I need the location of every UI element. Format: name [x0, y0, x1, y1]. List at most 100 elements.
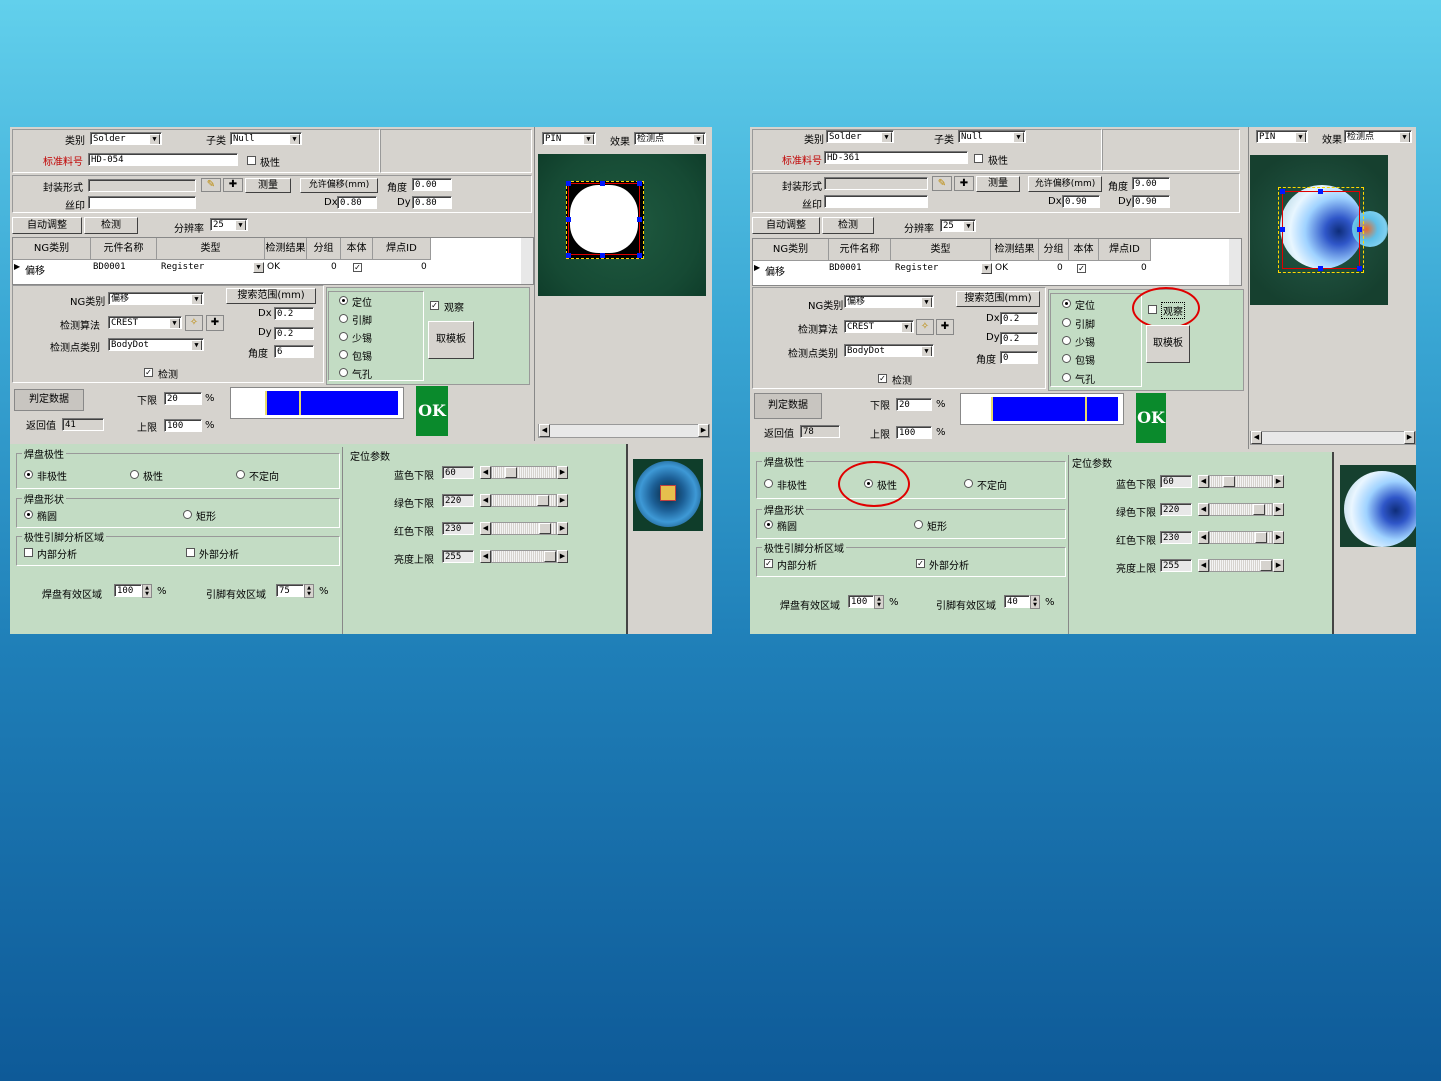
handle[interactable]	[637, 217, 642, 222]
radio-less-solder[interactable]	[1062, 336, 1071, 345]
outer-analysis-checkbox[interactable]	[186, 548, 195, 557]
subtype-select[interactable]: Null ▼	[958, 130, 1026, 143]
radio-pin[interactable]	[339, 314, 348, 323]
slider-thumb[interactable]	[539, 523, 551, 534]
detect-button[interactable]: 检测	[822, 217, 874, 234]
algo-select[interactable]: CREST ▼	[844, 320, 914, 333]
preview-hscroll[interactable]: ◀ ▶	[538, 424, 710, 438]
handle[interactable]	[600, 253, 605, 258]
s-dy-input[interactable]: 0.2	[274, 327, 314, 340]
angle-input[interactable]: 9.00	[1132, 177, 1170, 190]
angle-input[interactable]: 0.00	[412, 178, 452, 191]
slider-left-icon[interactable]: ◀	[480, 522, 491, 535]
pin-select[interactable]: PIN ▼	[542, 132, 596, 145]
scroll-right-icon[interactable]: ▶	[1404, 431, 1415, 444]
radio-rect[interactable]	[914, 520, 923, 529]
table-row[interactable]: ▶ 偏移 BD0001 Register ▼ OK 0 ✓ 0	[753, 262, 1151, 278]
radio-rect[interactable]	[183, 510, 192, 519]
slider-track[interactable]	[491, 466, 557, 479]
preview-hscroll[interactable]: ◀ ▶	[1250, 431, 1416, 445]
slider-right-icon[interactable]: ▶	[1273, 475, 1284, 488]
radio-less-solder[interactable]	[339, 332, 348, 341]
slider-right-icon[interactable]: ▶	[557, 466, 568, 479]
category-select[interactable]: Solder ▼	[826, 130, 894, 143]
table-header[interactable]: 分组	[307, 238, 341, 260]
table-header[interactable]: 类型	[157, 238, 265, 260]
add-icon-button[interactable]: ✚	[206, 315, 224, 331]
cell-type-select[interactable]: Register ▼	[893, 262, 993, 275]
resolution-select[interactable]: 25 ▼	[940, 219, 976, 232]
table-header[interactable]: 检测结果	[991, 239, 1039, 261]
effect-select[interactable]: 检测点 ▼	[1344, 130, 1412, 143]
lower-input[interactable]: 20	[164, 392, 202, 405]
handle[interactable]	[600, 181, 605, 186]
slider-value-input[interactable]: 230	[442, 522, 474, 535]
s-angle-input[interactable]: 6	[274, 345, 314, 358]
dx-input[interactable]: 0.80	[337, 196, 377, 209]
table-header[interactable]: NG类别	[753, 239, 829, 261]
dx-input[interactable]: 0.90	[1062, 195, 1100, 208]
slider-value-input[interactable]: 255	[442, 550, 474, 563]
pen-icon-button[interactable]: ✎	[932, 176, 952, 191]
handle[interactable]	[566, 253, 571, 258]
slider-thumb[interactable]	[1253, 504, 1265, 515]
slider-left-icon[interactable]: ◀	[480, 466, 491, 479]
table-vscroll[interactable]	[1229, 239, 1241, 285]
handle[interactable]	[1357, 227, 1362, 232]
table-header[interactable]: 本体	[341, 238, 373, 260]
scroll-left-icon[interactable]: ◀	[539, 424, 550, 437]
inner-analysis-checkbox[interactable]: ✓	[764, 559, 773, 568]
add-icon-button[interactable]: ✚	[936, 319, 954, 335]
s-dx-input[interactable]: 0.2	[1000, 312, 1038, 325]
outer-analysis-checkbox[interactable]: ✓	[916, 559, 925, 568]
table-header[interactable]: 元件名称	[91, 238, 157, 260]
slider-value-input[interactable]: 60	[1160, 475, 1192, 488]
lower-input[interactable]: 20	[896, 398, 932, 411]
slider-value-input[interactable]: 60	[442, 466, 474, 479]
slider-thumb[interactable]	[1223, 476, 1235, 487]
table-header[interactable]: NG类别	[13, 238, 91, 260]
algo-select[interactable]: CREST ▼	[108, 316, 182, 329]
slider-right-icon[interactable]: ▶	[557, 494, 568, 507]
take-template-button[interactable]: 取模板	[1146, 325, 1190, 363]
slider-right-icon[interactable]: ▶	[557, 550, 568, 563]
detect-checkbox[interactable]: ✓	[144, 368, 153, 377]
polarity-checkbox[interactable]	[247, 156, 256, 165]
handle[interactable]	[1280, 189, 1285, 194]
pad-area-input[interactable]: 100	[848, 595, 874, 608]
slider-track[interactable]	[1209, 559, 1273, 572]
handle[interactable]	[637, 253, 642, 258]
cell-type-select[interactable]: Register ▼	[159, 261, 265, 274]
radio-void[interactable]	[1062, 373, 1071, 382]
pin-select[interactable]: PIN ▼	[1256, 130, 1308, 143]
polarity-checkbox[interactable]	[974, 154, 983, 163]
slider-left-icon[interactable]: ◀	[480, 550, 491, 563]
observe-checkbox[interactable]: ✓	[430, 301, 439, 310]
subtype-select[interactable]: Null ▼	[230, 132, 302, 145]
slider-left-icon[interactable]: ◀	[1198, 475, 1209, 488]
radio-ellipse[interactable]	[24, 510, 33, 519]
package-input[interactable]	[824, 177, 928, 190]
radio-nonpolar[interactable]	[764, 479, 773, 488]
table-header[interactable]: 焊点ID	[373, 238, 431, 260]
slider-value-input[interactable]: 255	[1160, 559, 1192, 572]
scroll-right-icon[interactable]: ▶	[698, 424, 709, 437]
measure-button[interactable]: 测量	[245, 178, 291, 193]
auto-adjust-button[interactable]: 自动调整	[12, 217, 82, 234]
radio-void[interactable]	[339, 368, 348, 377]
radio-polar[interactable]	[130, 470, 139, 479]
cell-body-checkbox[interactable]: ✓	[1077, 264, 1086, 273]
resolution-select[interactable]: 25 ▼	[210, 218, 248, 231]
point-select[interactable]: BodyDot ▼	[108, 338, 204, 351]
take-template-button[interactable]: 取模板	[428, 321, 474, 359]
ng-select[interactable]: 偏移 ▼	[108, 292, 204, 305]
slider-thumb[interactable]	[544, 551, 556, 562]
table-header[interactable]: 焊点ID	[1099, 239, 1151, 261]
pen-icon-button[interactable]: ✎	[201, 178, 221, 192]
table-header[interactable]: 检测结果	[265, 238, 307, 260]
slider-thumb[interactable]	[505, 467, 517, 478]
radio-locate[interactable]	[1062, 299, 1071, 308]
handle[interactable]	[1280, 227, 1285, 232]
auto-adjust-button[interactable]: 自动调整	[752, 217, 820, 234]
point-select[interactable]: BodyDot ▼	[844, 344, 934, 357]
